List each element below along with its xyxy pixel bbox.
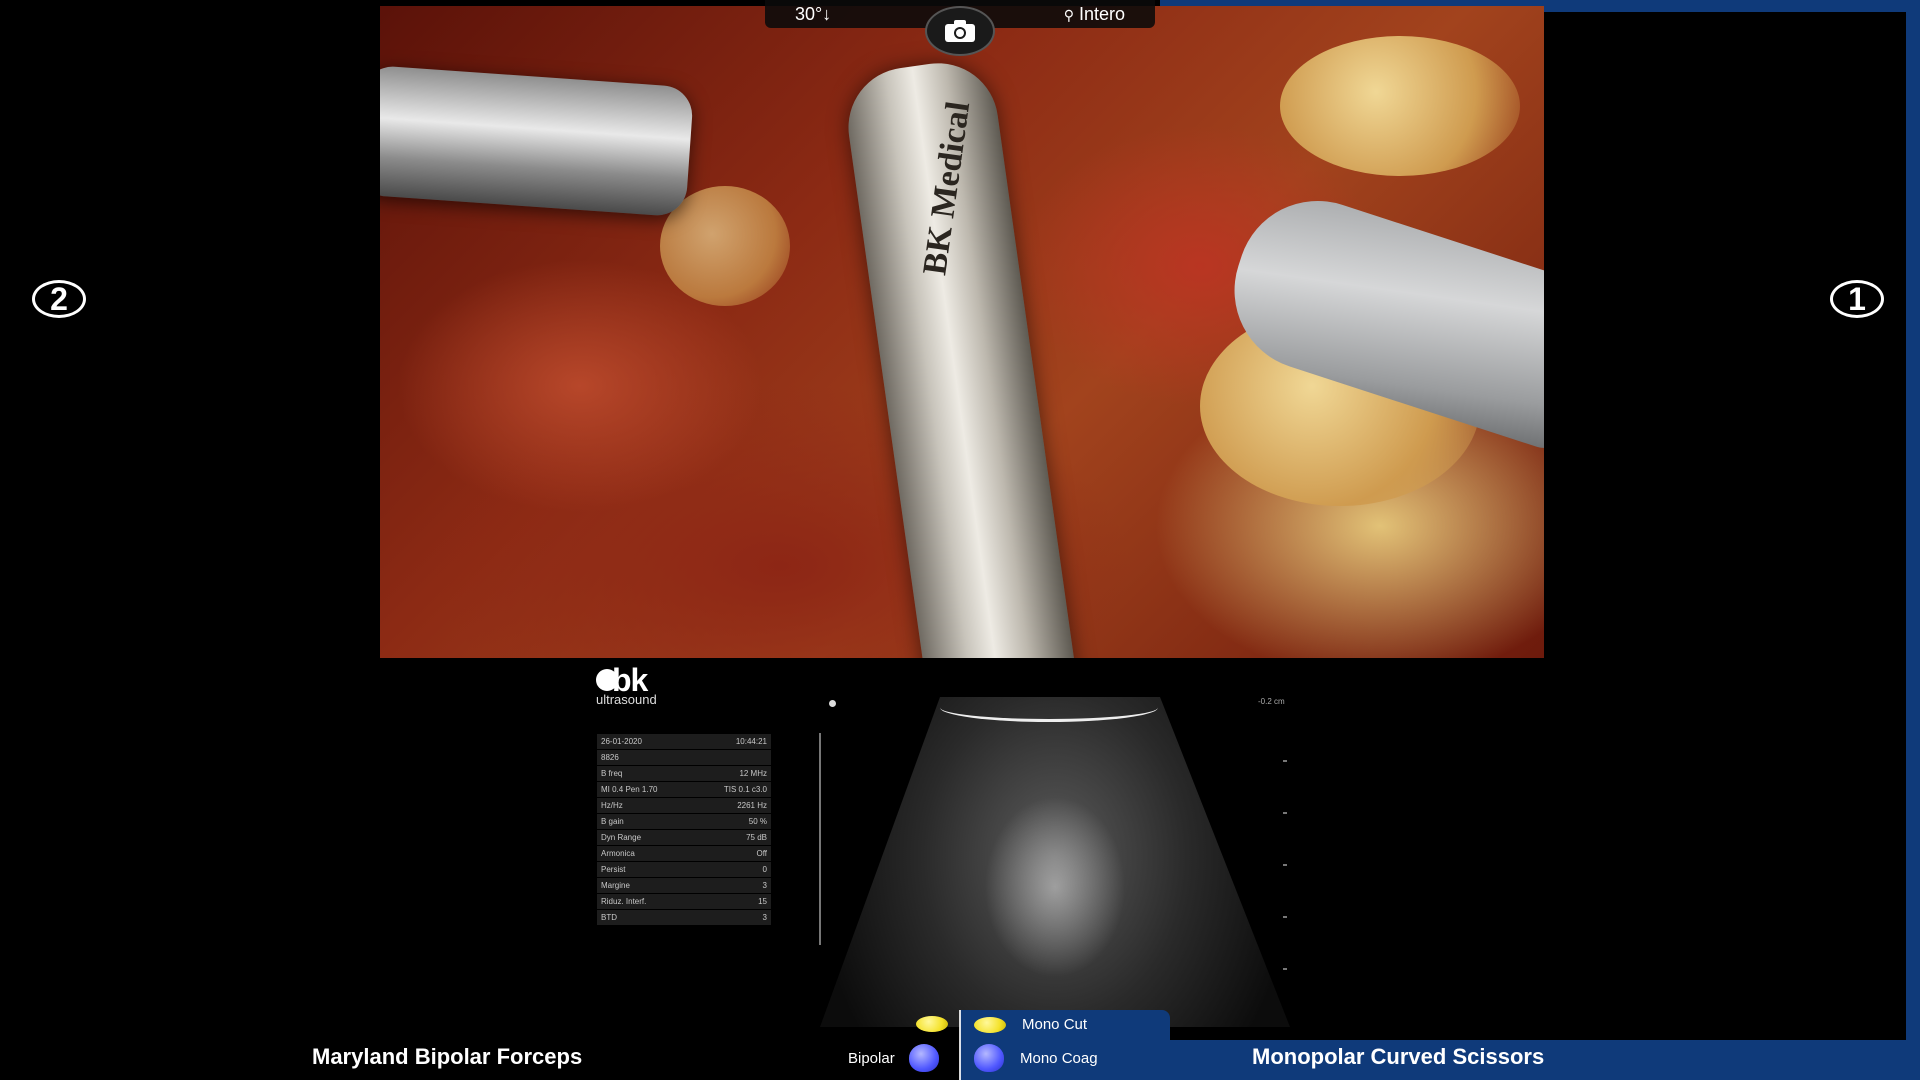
param-label: Margine xyxy=(601,881,630,890)
param-row: BTD 3 xyxy=(597,910,771,925)
tissue-fat-region xyxy=(1280,36,1520,176)
param-row: Margine 3 xyxy=(597,878,771,893)
left-instrument-name: Maryland Bipolar Forceps xyxy=(312,1044,583,1069)
endoscope-view: BK Medical xyxy=(380,6,1544,658)
param-label: Hz/Hz xyxy=(601,801,623,810)
param-value: 75 dB xyxy=(746,833,767,842)
param-value: 3 xyxy=(762,913,767,922)
blue-pedal-icon xyxy=(908,1044,939,1072)
param-label: Persist xyxy=(601,865,626,874)
yellow-pedal-icon xyxy=(916,1016,948,1032)
ultrasound-orientation-marker xyxy=(829,700,836,707)
param-value: 10:44:21 xyxy=(735,737,767,746)
bipolar-label: Bipolar xyxy=(848,1049,895,1067)
blue-pedal-icon xyxy=(974,1044,1004,1072)
status-divider xyxy=(959,1010,961,1080)
yellow-pedal-icon xyxy=(974,1016,1006,1033)
camera-button[interactable] xyxy=(925,6,995,56)
left-instrument-tip xyxy=(380,64,695,218)
depth-tick xyxy=(1283,864,1287,866)
logo-ultrasound-text: ultrasound xyxy=(596,692,657,707)
param-row: Dyn Range 75 dB xyxy=(597,830,771,845)
param-row: MI 0.4 Pen 1.70 TIS 0.1 c3.0 xyxy=(597,782,771,797)
param-label: MI 0.4 Pen 1.70 xyxy=(601,785,658,794)
depth-tick xyxy=(1283,968,1287,970)
ultrasound-transducer-arc xyxy=(940,693,1158,722)
param-label: B gain xyxy=(601,817,624,826)
param-row: 8826 xyxy=(597,750,771,765)
param-value: 0 xyxy=(762,865,767,874)
param-row: Armonica Off xyxy=(597,846,771,861)
param-value: 12 MHz xyxy=(739,769,767,778)
param-label: 26-01-2020 xyxy=(601,737,642,746)
param-value: 15 xyxy=(758,897,767,906)
arm-number-right: 1 xyxy=(1848,280,1866,317)
param-label: Riduz. Interf. xyxy=(601,897,647,906)
param-row: Riduz. Interf. 15 xyxy=(597,894,771,909)
ultrasound-image xyxy=(820,697,1290,1027)
ultrasound-depth-label: -0.2 cm xyxy=(1258,697,1285,706)
arm-indicator-right: 1 xyxy=(1830,280,1884,318)
arm-number-left: 2 xyxy=(50,280,68,317)
scope-angle: 30°↓ xyxy=(795,3,832,24)
arm-indicator-left: 2 xyxy=(32,280,86,318)
param-label: B freq xyxy=(601,769,623,778)
scope-mode[interactable]: ⚲ Intero xyxy=(1064,4,1125,25)
param-value: Off xyxy=(756,849,767,858)
param-label: 8826 xyxy=(601,753,619,762)
depth-tick xyxy=(1283,916,1287,918)
param-row: Hz/Hz 2261 Hz xyxy=(597,798,771,813)
param-row: 26-01-2020 10:44:21 xyxy=(597,734,771,749)
param-value: TIS 0.1 c3.0 xyxy=(723,785,767,794)
param-label: Dyn Range xyxy=(601,833,642,842)
camera-icon xyxy=(945,20,975,42)
param-row: Persist 0 xyxy=(597,862,771,877)
param-value: 2261 Hz xyxy=(737,801,767,810)
left-pedal-top xyxy=(916,1016,948,1032)
ultrasound-parameters: 26-01-2020 10:44:21 8826 B freq 12 MHz MI … xyxy=(597,734,771,926)
param-row: B gain 50 % xyxy=(597,814,771,829)
ultrasound-scale-bar xyxy=(819,733,827,945)
param-row: B freq 12 MHz xyxy=(597,766,771,781)
bk-logo-mark xyxy=(596,669,618,691)
mono-coag-label: Mono Coag xyxy=(1020,1049,1098,1067)
param-value: 3 xyxy=(762,881,767,890)
param-value: 50 % xyxy=(748,817,767,826)
bk-ultrasound-logo: bk ultrasound xyxy=(596,664,696,707)
right-pedal-mono-coag: Mono Coag xyxy=(974,1044,1098,1072)
param-label: BTD xyxy=(601,913,617,922)
right-pedal-mono-cut: Mono Cut xyxy=(974,1016,1087,1033)
magnifier-icon: ⚲ xyxy=(1063,6,1074,23)
mono-cut-label: Mono Cut xyxy=(1022,1016,1088,1033)
console-frame-side xyxy=(1906,0,1920,1080)
depth-tick xyxy=(1283,812,1287,814)
scope-mode-label: Intero xyxy=(1078,3,1125,24)
right-instrument-name: Monopolar Curved Scissors xyxy=(1252,1044,1545,1069)
depth-tick xyxy=(1283,760,1287,762)
param-label: Armonica xyxy=(601,849,635,858)
left-pedal-bipolar: Bipolar xyxy=(848,1044,939,1072)
